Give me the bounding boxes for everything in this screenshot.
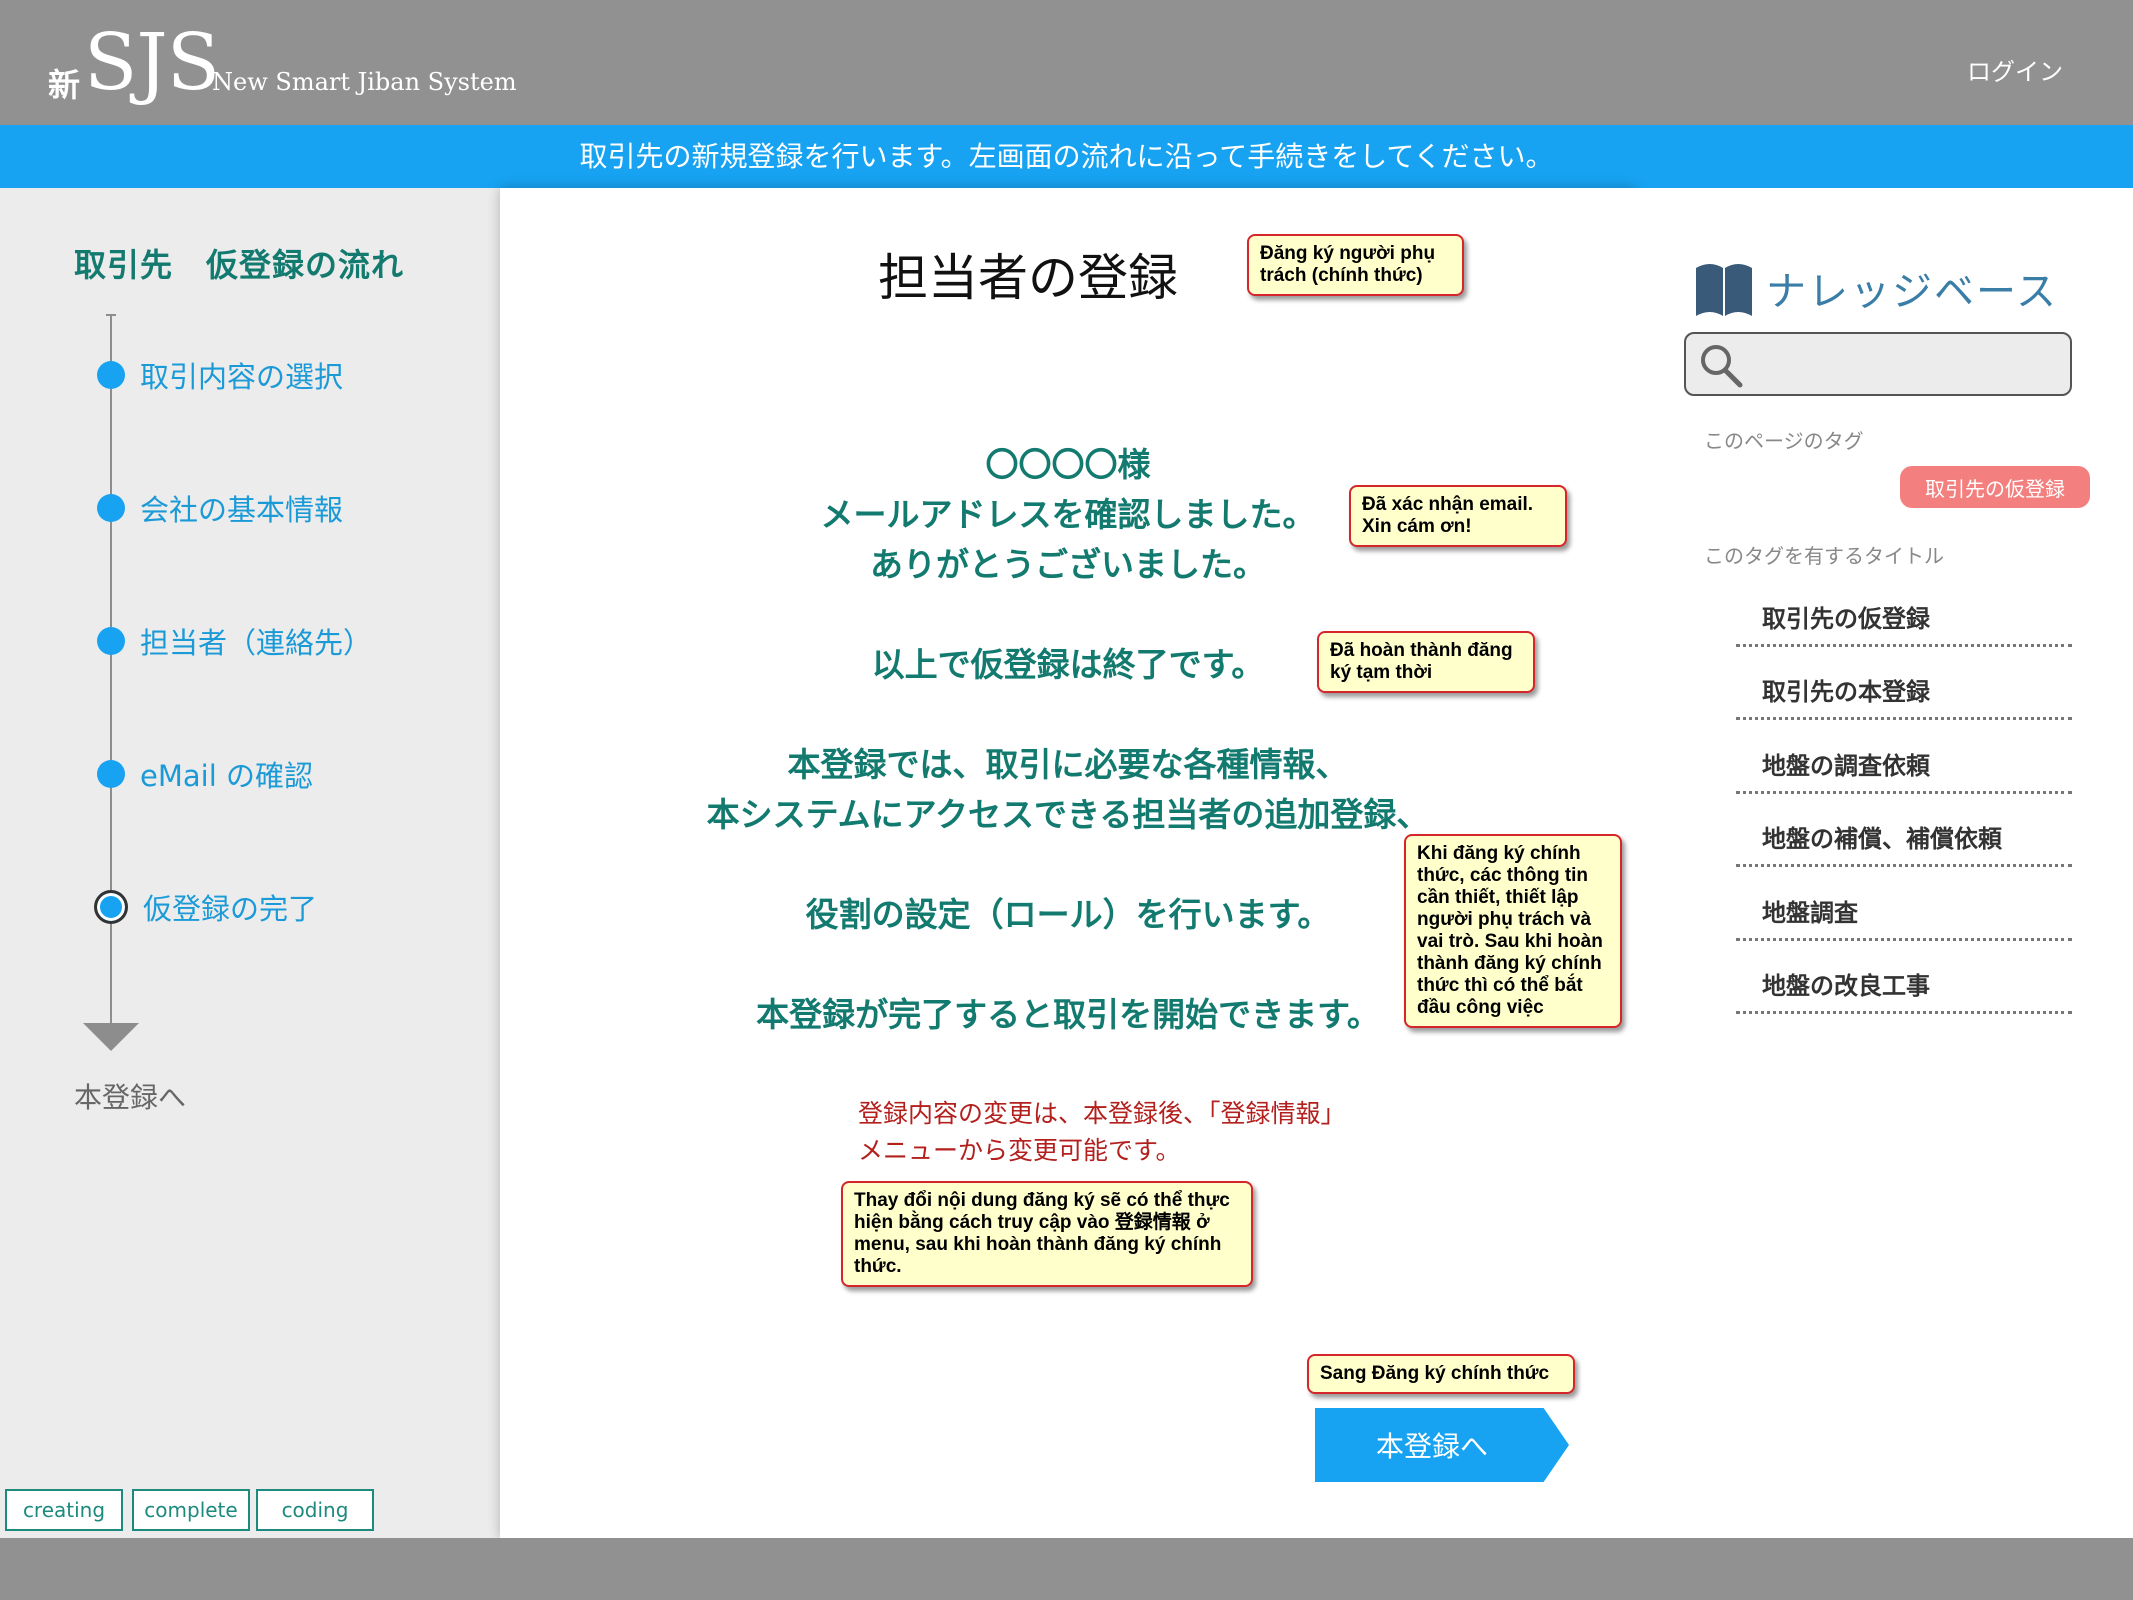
step-dot-icon (97, 627, 125, 655)
change-note: 登録内容の変更は、本登録後、「登録情報」 メニューから変更可能です。 (858, 1095, 1346, 1169)
flow-step-label: eMail の確認 (140, 759, 313, 793)
flow-step-label: 取引内容の選択 (140, 360, 344, 394)
tag-badge[interactable]: 取引先の仮登録 (1900, 466, 2090, 508)
sidebar-title: 取引先 仮登録の流れ (74, 246, 405, 284)
logo-subtitle: New Smart Jiban System (212, 68, 517, 96)
status-coding-button[interactable]: coding (256, 1489, 374, 1531)
callout-info: Khi đăng ký chính thức, các thông tin cầ… (1404, 834, 1622, 1028)
step-dot-icon (97, 494, 125, 522)
kb-list-item[interactable]: 地盤の調査依頼 (1736, 746, 2072, 794)
info-banner: 取引先の新規登録を行います。左画面の流れに沿って手続きをしてください。 (0, 125, 2133, 188)
sidebar-next-step: 本登録へ (74, 1081, 187, 1114)
registration-flow-sidebar: 取引先 仮登録の流れ 取引内容の選択 会社の基本情報 担当者（連絡先） eMai… (0, 188, 500, 1538)
magnifier-icon[interactable] (1698, 342, 1744, 388)
tag-titles-label: このタグを有するタイトル (1704, 544, 1944, 568)
book-icon (1696, 264, 1752, 316)
kb-header: ナレッジベース (1692, 258, 2058, 318)
kb-list-item[interactable]: 取引先の本登録 (1736, 672, 2072, 720)
kb-search-input[interactable] (1750, 346, 2050, 384)
change-note-line: メニューから変更可能です。 (858, 1136, 1181, 1165)
info-line: 本システムにアクセスできる担当者の追加登録、 (706, 795, 1430, 834)
flow-step-email[interactable]: eMail の確認 (97, 754, 313, 794)
kb-list-item[interactable]: 地盤の改良工事 (1736, 966, 2072, 1014)
step-dot-icon (97, 361, 125, 389)
triangle-down-icon (83, 1023, 139, 1051)
page-title: 担当者の登録 (878, 249, 1178, 307)
flow-step-label: 担当者（連絡先） (140, 626, 373, 660)
current-step-dot-icon (94, 890, 128, 924)
change-note-line: 登録内容の変更は、本登録後、「登録情報」 (858, 1099, 1346, 1128)
logo-kanji: 新 (48, 66, 81, 104)
callout-email: Đã xác nhận email. Xin cám ơn! (1349, 485, 1567, 547)
flow-line-cap (106, 314, 116, 316)
callout-change: Thay đổi nội dung đăng ký sẽ có thể thực… (841, 1181, 1253, 1287)
flow-step-select[interactable]: 取引内容の選択 (97, 355, 343, 395)
greeting-name: 〇〇〇〇様 (985, 445, 1151, 484)
flow-step-label: 会社の基本情報 (140, 493, 344, 527)
kb-title: ナレッジベース (1766, 269, 2058, 315)
app-footer (0, 1538, 2133, 1600)
callout-next: Sang Đăng ký chính thức (1307, 1354, 1575, 1394)
callout-complete: Đã hoàn thành đăng ký tạm thời (1317, 631, 1535, 693)
proceed-registration-button[interactable]: 本登録へ (1315, 1408, 1569, 1482)
flow-step-complete[interactable]: 仮登録の完了 (94, 887, 318, 927)
page-tags-label: このページのタグ (1704, 429, 1864, 453)
info-line: 本登録では、取引に必要な各種情報、 (787, 745, 1349, 784)
flow-step-contact[interactable]: 担当者（連絡先） (97, 621, 372, 661)
kb-list-item[interactable]: 取引先の仮登録 (1736, 599, 2072, 647)
callout-title: Đăng ký người phụ trách (chính thức) (1247, 234, 1464, 296)
knowledge-base-panel: ナレッジベース このページのタグ 取引先の仮登録 このタグを有するタイトル 取引… (1636, 188, 2133, 1538)
login-link[interactable]: ログイン (1967, 52, 2063, 87)
kb-list-item[interactable]: 地盤調査 (1736, 893, 2072, 941)
flow-step-company[interactable]: 会社の基本情報 (97, 488, 343, 528)
app-header: 新 SJS New Smart Jiban System ログイン (0, 0, 2133, 125)
kb-list-item[interactable]: 地盤の補償、補償依頼 (1736, 819, 2072, 867)
status-complete-button[interactable]: complete (132, 1489, 250, 1531)
kb-search-box[interactable] (1684, 332, 2072, 396)
step-dot-icon (97, 760, 125, 788)
status-creating-button[interactable]: creating (5, 1489, 123, 1531)
greeting-line: ありがとうございました。 (870, 545, 1266, 584)
logo-main: SJS (84, 18, 220, 108)
flow-step-label: 仮登録の完了 (143, 892, 318, 926)
